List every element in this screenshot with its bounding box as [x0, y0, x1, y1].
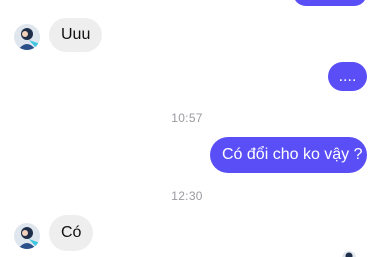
message-bubble-incoming[interactable]: Có [49, 215, 94, 251]
timestamp: 10:57 [171, 111, 203, 125]
read-receipt-avatar [342, 251, 356, 257]
message-text: Có [61, 224, 82, 241]
message-text: Uuu [61, 26, 91, 43]
message-bubble-outgoing[interactable]: Có đổi cho ko vậy ? [210, 137, 367, 173]
chat-thread: Uuu .... 10:57 Có đổi cho ko vậy ? 12:30… [0, 0, 374, 257]
avatar-icon [342, 251, 356, 257]
message-bubble-incoming[interactable]: Uuu [49, 18, 103, 52]
contact-avatar[interactable] [14, 223, 40, 249]
timestamp: 12:30 [171, 189, 203, 203]
message-text: Có đổi cho ko vậy ? [222, 146, 363, 163]
message-bubble-outgoing-partial[interactable] [293, 0, 367, 6]
message-text: .... [338, 68, 357, 85]
avatar-icon [14, 223, 40, 249]
contact-avatar[interactable] [14, 24, 40, 50]
avatar-icon [14, 24, 40, 50]
message-bubble-outgoing[interactable]: .... [328, 62, 367, 91]
